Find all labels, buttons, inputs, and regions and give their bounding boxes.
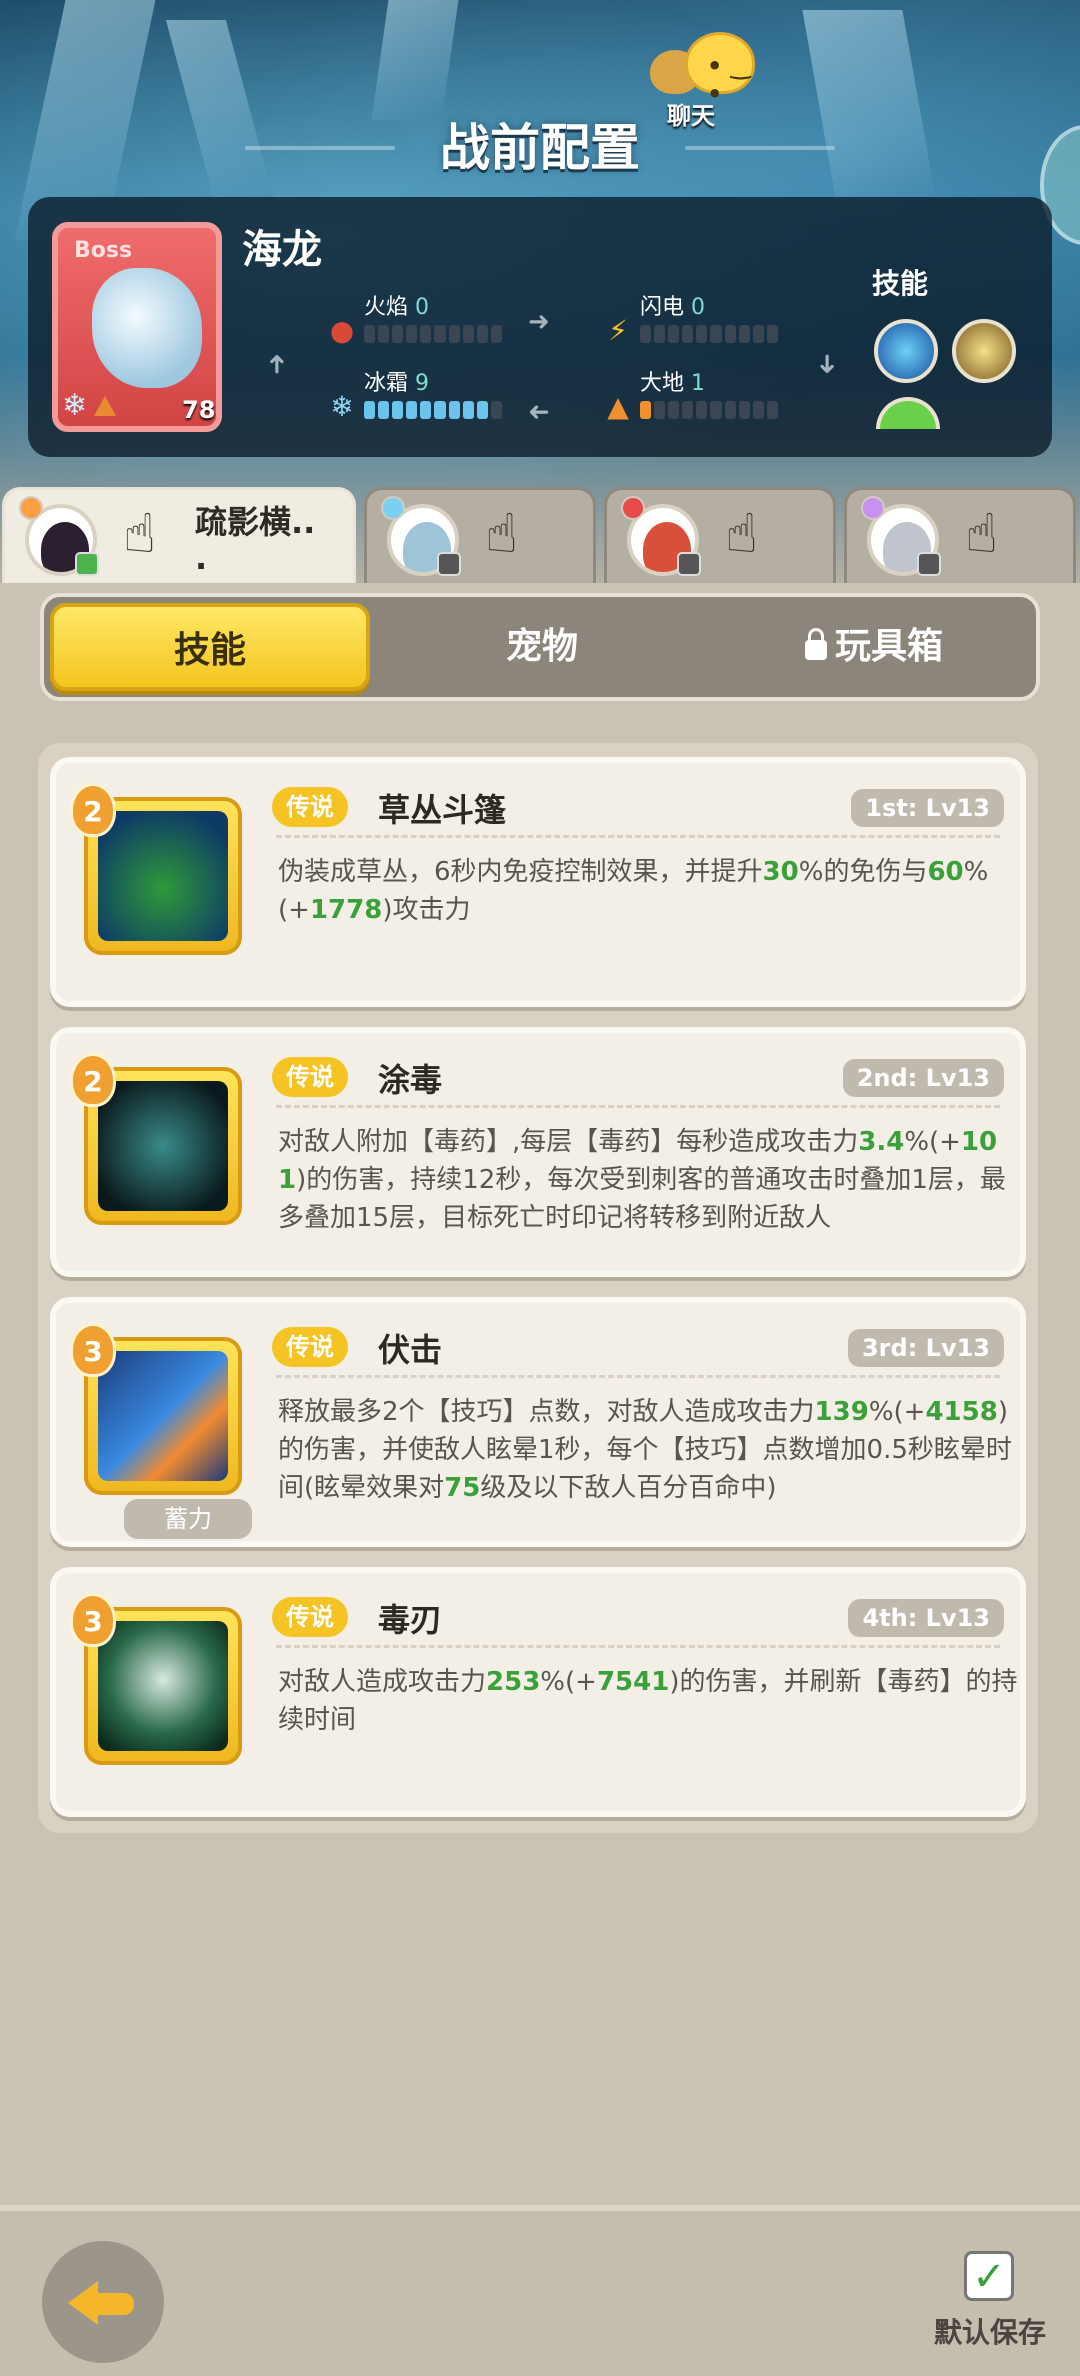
boss-portrait[interactable]: Boss ❄ 78 <box>52 222 222 432</box>
skill-rank: 3 <box>70 1323 116 1377</box>
character-tab-2[interactable]: ☝ <box>364 487 596 583</box>
skill-divider <box>276 1645 1000 1648</box>
sea-dragon-icon <box>92 268 202 388</box>
rarity-tag: 传说 <box>272 1597 348 1637</box>
element-lightning-label: 闪电 <box>640 295 685 320</box>
character-tab-1[interactable]: ☝ 疏影横... <box>2 487 356 587</box>
snowflake-icon: ❄ <box>330 390 354 423</box>
skill-divider <box>276 835 1000 838</box>
skill-card[interactable]: 3 蓄力 传说 伏击 3rd: Lv13 释放最多2个【技巧】点数，对敌人造成攻… <box>50 1297 1026 1547</box>
skill-order: 3rd: Lv13 <box>847 1329 1004 1367</box>
element-fire-value: 0 <box>415 295 430 320</box>
bush-cloak-icon <box>98 811 228 941</box>
element-fire-label: 火焰 <box>364 295 409 320</box>
ambush-strike-icon <box>98 1351 228 1481</box>
element-frost-label: 冰霜 <box>364 371 409 396</box>
skill-order: 1st: Lv13 <box>851 789 1004 827</box>
lightning-bolt-icon: ⚡ <box>608 314 628 347</box>
tab-toybox[interactable]: 玩具箱 <box>714 603 1034 691</box>
pointing-hand-icon: ☝ <box>725 502 758 565</box>
skill-name: 毒刃 <box>378 1601 443 1639</box>
element-badge-icon <box>621 496 645 520</box>
element-earth-label: 大地 <box>640 371 685 396</box>
element-badge-icon <box>381 496 405 520</box>
smile-face-icon: • ‿ • <box>707 52 751 108</box>
tab-pets[interactable]: 宠物 <box>382 603 702 691</box>
character-tab-3[interactable]: ☝ <box>604 487 836 583</box>
skill-card[interactable]: 2 传说 涂毒 2nd: Lv13 对敌人附加【毒药】,每层【毒药】每秒造成攻击… <box>50 1027 1026 1277</box>
skill-description: 对敌人附加【毒药】,每层【毒药】每秒造成攻击力3.4%(+101)的伤害，持续1… <box>278 1127 1006 1233</box>
skill-rank: 3 <box>70 1593 116 1647</box>
skill-order: 2nd: Lv13 <box>842 1059 1004 1097</box>
element-earth-bar <box>640 401 778 419</box>
skill-list: 2 传说 草丛斗篷 1st: Lv13 伪装成草丛，6秒内免疫控制效果，并提升3… <box>38 743 1038 1833</box>
equip-badge-icon <box>917 552 941 576</box>
equip-badge-icon <box>75 552 99 576</box>
lock-icon <box>804 628 827 660</box>
character-name: 疏影横... <box>195 503 316 577</box>
pointing-hand-icon: ☝ <box>123 502 156 565</box>
element-frost-bar <box>364 401 502 419</box>
boss-level: 78 <box>182 396 216 424</box>
skill-name: 涂毒 <box>378 1061 443 1099</box>
element-lightning-bar <box>640 325 778 343</box>
chat-label: 聊天 <box>667 102 715 130</box>
boss-skills-label: 技能 <box>872 267 929 300</box>
green-slime-icon[interactable] <box>876 397 940 429</box>
chat-button[interactable]: • ‿ • 聊天 <box>645 30 765 130</box>
skill-description: 释放最多2个【技巧】点数，对敌人造成攻击力139%(+4158)的伤害，并使敌人… <box>278 1397 1012 1503</box>
tab-skills[interactable]: 技能 <box>50 603 370 691</box>
pointing-hand-icon: ☝ <box>965 502 998 565</box>
element-lightning-value: 0 <box>691 295 706 320</box>
element-badge-icon <box>19 496 43 520</box>
boss-name: 海龙 <box>242 227 322 273</box>
cycle-arrow-icon: ➜ <box>528 397 550 427</box>
default-save-label: 默认保存 <box>934 2316 1047 2349</box>
element-badge-icon <box>861 496 885 520</box>
poison-skull-icon <box>98 1621 228 1751</box>
earth-mountain-icon: ▲ <box>607 390 629 423</box>
water-burst-icon[interactable] <box>874 319 938 383</box>
rarity-tag: 传说 <box>272 1327 348 1367</box>
skill-divider <box>276 1105 1000 1108</box>
boss-info-panel: Boss ❄ 78 海龙 ● 火焰 0 ⚡ 闪电 0 ❄ 冰霜 9 ▲ 大地 1… <box>28 197 1052 457</box>
main-panel: 技能 宠物 玩具箱 2 传说 草丛斗篷 1st: Lv13 伪装成草丛，6秒内免… <box>0 583 1080 2205</box>
element-earth-value: 1 <box>691 371 706 396</box>
cycle-arrow-icon: ➜ <box>811 353 842 375</box>
skill-name: 伏击 <box>378 1331 443 1369</box>
rarity-tag: 传说 <box>272 787 348 827</box>
rarity-tag: 传说 <box>272 1057 348 1097</box>
equip-badge-icon <box>437 552 461 576</box>
skill-divider <box>276 1375 1000 1378</box>
cycle-arrow-icon: ➜ <box>528 307 550 337</box>
skill-description: 对敌人造成攻击力253%(+7541)的伤害，并刷新【毒药】的持续时间 <box>278 1667 1018 1735</box>
equip-badge-icon <box>677 552 701 576</box>
boss-tag: Boss <box>74 238 133 263</box>
earth-element-icon <box>94 396 116 416</box>
skill-rank: 2 <box>70 1053 116 1107</box>
skill-order: 4th: Lv13 <box>848 1599 1004 1637</box>
back-button[interactable] <box>42 2241 164 2363</box>
skill-card[interactable]: 2 传说 草丛斗篷 1st: Lv13 伪装成草丛，6秒内免疫控制效果，并提升3… <box>50 757 1026 1007</box>
default-save-checkbox[interactable]: ✓ <box>964 2251 1014 2301</box>
skill-name: 草丛斗篷 <box>378 791 507 829</box>
skill-description: 伪装成草丛，6秒内免疫控制效果，并提升30%的免伤与60%(+1778)攻击力 <box>278 857 989 925</box>
fire-drop-icon: ● <box>329 314 355 347</box>
sand-claw-icon[interactable] <box>952 319 1016 383</box>
charge-label: 蓄力 <box>124 1499 252 1539</box>
element-fire-bar <box>364 325 502 343</box>
bottom-bar: ✓ 默认保存 <box>0 2205 1080 2376</box>
skill-rank: 2 <box>70 783 116 837</box>
frost-element-icon: ❄ <box>62 388 88 423</box>
tab-bar: 技能 宠物 玩具箱 <box>40 593 1040 701</box>
ice-crystal-decor <box>371 0 459 120</box>
cycle-arrow-icon: ➜ <box>261 353 292 375</box>
skill-card[interactable]: 3 传说 毒刃 4th: Lv13 对敌人造成攻击力253%(+7541)的伤害… <box>50 1567 1026 1817</box>
pointing-hand-icon: ☝ <box>485 502 518 565</box>
character-tab-4[interactable]: ☝ <box>844 487 1076 583</box>
page-title: 战前配置 <box>440 119 640 177</box>
element-frost-value: 9 <box>415 371 430 396</box>
poison-drop-icon <box>98 1081 228 1211</box>
